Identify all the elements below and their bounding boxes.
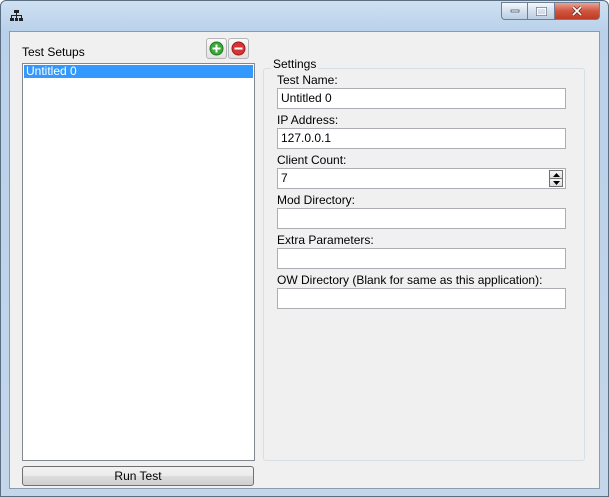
maximize-icon: [535, 6, 547, 16]
mod-directory-input[interactable]: [277, 208, 566, 229]
maximize-button[interactable]: [528, 2, 555, 20]
client-count-stepper[interactable]: 7: [277, 168, 566, 189]
test-setups-list[interactable]: Untitled 0: [22, 63, 255, 461]
add-setup-button[interactable]: [206, 38, 227, 59]
remove-setup-button[interactable]: [228, 38, 249, 59]
ip-address-input[interactable]: 127.0.0.1: [277, 128, 566, 149]
arrow-up-icon: [552, 172, 560, 177]
client-count-value: 7: [281, 171, 288, 185]
run-test-button[interactable]: Run Test: [22, 466, 254, 486]
client-count-spinner[interactable]: [549, 170, 563, 187]
ip-address-label: IP Address:: [277, 113, 339, 127]
title-bar[interactable]: [1, 1, 608, 29]
test-name-input[interactable]: Untitled 0: [277, 88, 566, 109]
ow-directory-label: OW Directory (Blank for same as this app…: [277, 273, 543, 287]
test-name-label: Test Name:: [277, 73, 338, 87]
close-button[interactable]: [555, 2, 600, 20]
list-item[interactable]: Untitled 0: [24, 65, 253, 78]
minimize-button[interactable]: [501, 2, 528, 20]
remove-icon: [231, 41, 246, 56]
test-setups-label: Test Setups: [22, 45, 85, 59]
client-count-label: Client Count:: [277, 153, 347, 167]
extra-parameters-label: Extra Parameters:: [277, 233, 374, 247]
mod-directory-label: Mod Directory:: [277, 193, 356, 207]
close-icon: [571, 6, 583, 16]
minimize-icon: [510, 9, 519, 13]
ow-directory-input[interactable]: [277, 288, 566, 309]
arrow-down-icon: [552, 180, 560, 185]
extra-parameters-input[interactable]: [277, 248, 566, 269]
app-window: Test Setups Untitled 0 Settings Test Nam…: [0, 0, 609, 497]
spin-up-button[interactable]: [549, 170, 563, 179]
add-icon: [209, 41, 224, 56]
network-icon: [10, 10, 23, 21]
spin-down-button[interactable]: [549, 179, 563, 187]
settings-group-title: Settings: [271, 57, 319, 71]
client-area: Test Setups Untitled 0 Settings Test Nam…: [9, 31, 600, 489]
